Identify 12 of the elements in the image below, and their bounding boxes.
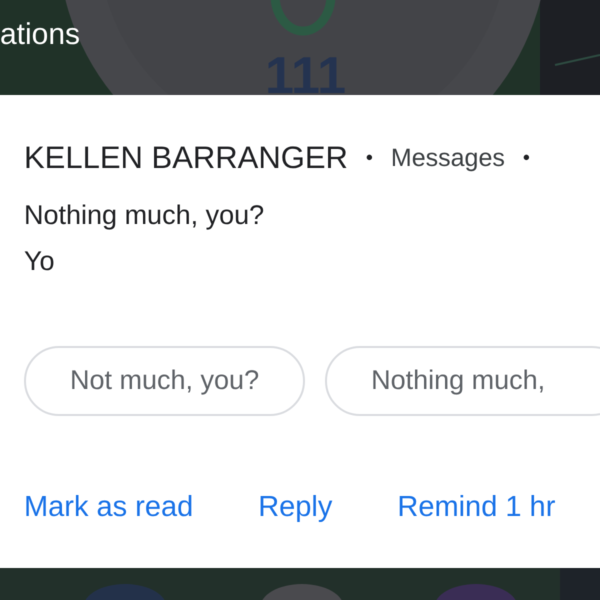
reply-chip[interactable]: Nothing much,: [325, 346, 600, 416]
action-link[interactable]: Remind 1 hr: [397, 486, 556, 529]
message-text: Nothing much, you?: [24, 198, 266, 232]
screen-heading: ations: [0, 20, 80, 50]
app-name: Messages: [390, 142, 505, 174]
separator-dot: •: [366, 146, 373, 172]
action-link[interactable]: Reply: [258, 486, 332, 529]
separator-dot: •: [522, 146, 530, 172]
sender-name: KELLEN BARRANGER: [24, 139, 348, 177]
action-link[interactable]: Mark as read: [24, 486, 194, 529]
reply-chip[interactable]: Not much, you?: [24, 346, 306, 416]
message-text: Yo: [24, 244, 56, 278]
